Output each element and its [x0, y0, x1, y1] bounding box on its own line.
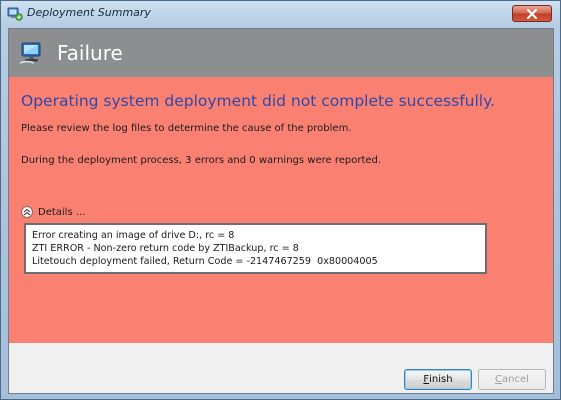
details-label[interactable]: Details ...: [38, 207, 85, 218]
cancel-mnemonic: C: [495, 374, 503, 385]
details-line: Litetouch deployment failed, Return Code…: [32, 256, 378, 267]
details-toggle[interactable]: Details ...: [21, 205, 85, 219]
finish-label: inish: [429, 374, 453, 385]
review-message: Please review the log files to determine…: [21, 123, 352, 134]
status-title: Failure: [57, 41, 123, 65]
cancel-label: ancel: [502, 374, 529, 385]
collapse-chevron-icon[interactable]: [21, 206, 33, 218]
deployment-wizard-icon: [7, 6, 23, 22]
button-bar: Finish Cancel: [9, 343, 553, 393]
counts-message: During the deployment process, 3 errors …: [21, 155, 382, 166]
title-bar[interactable]: Deployment Summary: [1, 1, 560, 27]
finish-button[interactable]: Finish: [404, 369, 472, 390]
cancel-button[interactable]: Cancel: [478, 369, 546, 390]
details-line: ZTI ERROR - Non-zero return code by ZTIB…: [32, 243, 299, 254]
failure-content-panel: Operating system deployment did not comp…: [9, 77, 553, 343]
status-banner: Failure: [9, 29, 553, 77]
details-log-box: Error creating an image of drive D:, rc …: [24, 223, 487, 274]
details-line: Error creating an image of drive D:, rc …: [32, 230, 235, 241]
close-button[interactable]: [512, 5, 552, 22]
close-icon: [526, 4, 538, 23]
dialog-client-area: Failure Operating system deployment did …: [8, 28, 554, 394]
computer-icon: [18, 39, 46, 67]
window-title: Deployment Summary: [27, 6, 151, 19]
deployment-summary-window: Deployment Summary Failure Operating sys…: [0, 0, 561, 400]
headline-text: Operating system deployment did not comp…: [21, 92, 495, 110]
